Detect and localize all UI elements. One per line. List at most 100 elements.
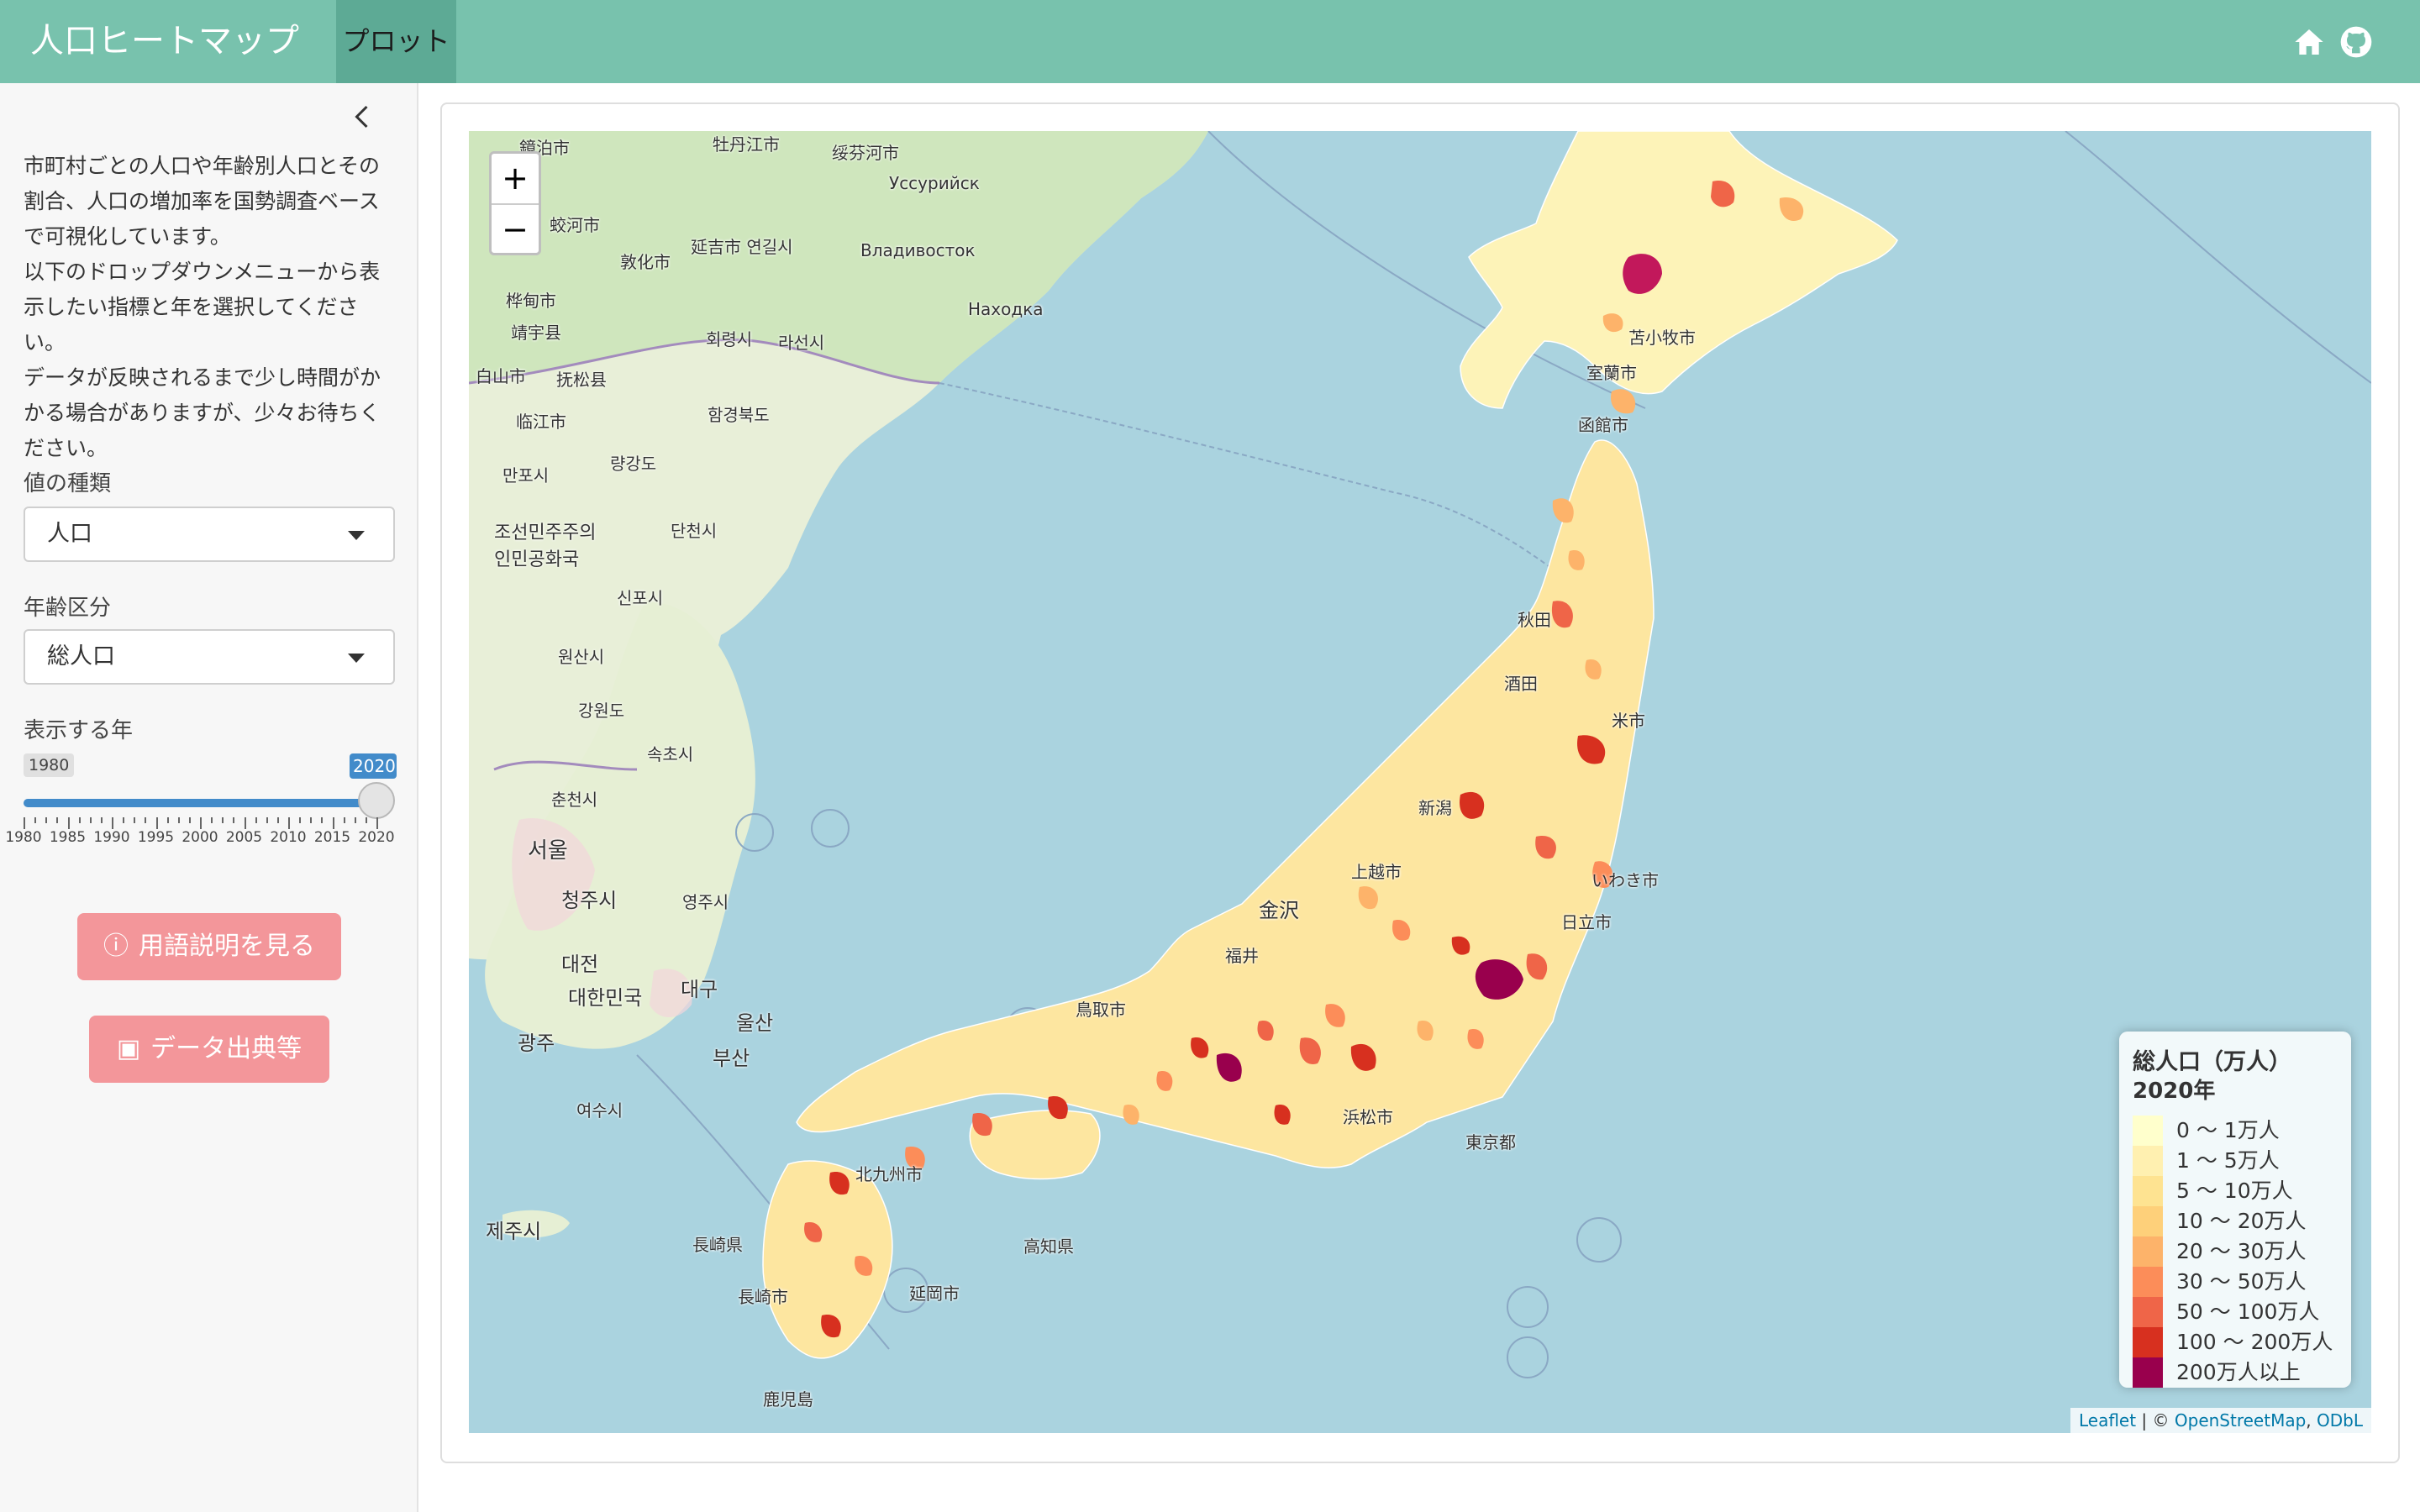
zoom-out-button[interactable]: − [492,205,539,255]
year-label: 表示する年 [24,718,134,743]
map-label: 福井 [1225,946,1259,966]
legend-swatch [2133,1176,2163,1206]
slider-tick [100,817,103,823]
map-label: 牡丹江市 [713,134,780,155]
maritime-boundary [939,382,1629,636]
map-label: 서울 [528,838,568,864]
map-label: 北九州市 [855,1164,923,1184]
github-icon[interactable] [2339,25,2373,59]
map-attribution: Leaflet | © OpenStreetMap, ODbL [2070,1408,2371,1433]
map-label: 秋田 [1518,610,1551,630]
zoom-in-button[interactable]: + [492,154,539,205]
description-line: 市町村ごとの人口や年齢別人口とその割合、人口の増加率を国勢調査ベースで可視化して… [24,154,381,249]
legend-label: 30 〜 50万人 [2176,1269,2307,1294]
attribution-comma: , [2306,1410,2317,1431]
slider-tick-label: 1985 [49,829,87,846]
legend-swatch [2133,1297,2163,1327]
map-label: 東京都 [1465,1132,1516,1152]
legend-year: 2020年 [2133,1079,2216,1104]
slider-tick-label: 2005 [225,829,263,846]
leaflet-map[interactable]: 鏡泊市 牡丹江市 绥芬河市 Уссурийск 蛟河市 敦化市 延吉市 연길시 … [469,131,2371,1433]
slider-tick [112,817,113,829]
value-type-select[interactable]: 人口 [24,507,395,562]
map-label: 新潟 [1418,798,1452,818]
map-label: 제주시 [486,1220,542,1243]
slider-tick [310,817,313,823]
legend-swatch [2133,1146,2163,1176]
map-label: 대한민국 [568,986,643,1010]
legend-swatch [2133,1267,2163,1297]
sidebar: 市町村ごとの人口や年齢別人口とその割合、人口の増加率を国勢調査ベースで可視化して… [0,83,418,1512]
age-group-label: 年齢区分 [24,596,112,621]
year-slider-handle[interactable] [358,782,395,819]
tab-plot[interactable]: プロット [336,0,456,83]
slider-tick-label: 2015 [313,829,351,846]
map-label: 高知県 [1023,1236,1074,1257]
island-ring [1507,1336,1549,1378]
slider-tick [166,817,169,823]
slider-tick [299,817,302,823]
slider-tick [123,817,125,823]
legend-label: 20 〜 30万人 [2176,1239,2307,1263]
map-label: 함경북도 [708,405,770,425]
map-label: 金沢 [1259,899,1299,922]
map-label: 蛟河市 [550,215,600,235]
value-type-label: 値の種類 [24,471,112,496]
map-label: 광주 [518,1032,555,1055]
sources-button[interactable]: ▣ データ出典等 [89,1016,329,1083]
age-group-select[interactable]: 総人口 [24,629,395,685]
island-ring [1507,1286,1549,1328]
map-label: 上越市 [1351,862,1402,882]
slider-value-badge: 2020 [350,753,397,779]
slider-tick [211,817,213,823]
box-icon: ▣ [116,1034,141,1063]
slider-tick-label: 2010 [270,829,307,846]
osm-link[interactable]: OpenStreetMap [2175,1410,2306,1431]
map-label: 延岡市 [909,1284,960,1304]
slider-tick [233,817,235,823]
app-brand[interactable]: 人口ヒートマップ [30,0,299,83]
map-label: 청주시 [561,889,618,912]
slider-tick [266,817,268,823]
navbar: 人口ヒートマップ プロット [0,0,2420,83]
map-label: 단천시 [671,521,718,541]
chevron-left-icon[interactable] [348,102,378,132]
year-slider-track[interactable] [24,799,376,807]
slider-tick [155,817,158,829]
legend-label: 10 〜 20万人 [2176,1209,2307,1233]
glossary-button[interactable]: ⓘ 用語説明を見る [77,913,341,980]
map-label: 米市 [1612,711,1645,731]
slider-tick [188,817,191,823]
slider-tick [255,817,257,823]
slider-tick [354,817,356,823]
attribution-separator: | © [2136,1410,2175,1431]
map-label: 長崎県 [692,1235,743,1255]
map-label: 室蘭市 [1586,363,1637,383]
leaflet-link[interactable]: Leaflet [2079,1410,2136,1431]
slider-tick [177,817,180,823]
slider-tick [244,817,246,829]
legend-label: 100 〜 200万人 [2176,1330,2333,1354]
slider-tick [56,817,59,823]
slider-tick-label: 2000 [182,829,218,846]
zoom-control: + − [489,151,541,255]
slider-tick [45,817,48,823]
map-label: 부산 [713,1047,750,1070]
map-label: 日立市 [1561,912,1612,932]
slider-min-badge: 1980 [24,753,75,777]
odbl-link[interactable]: ODbL [2317,1410,2363,1431]
map-label: 여수시 [576,1100,623,1121]
slider-tick-label: 1990 [93,829,130,846]
legend-swatch [2133,1236,2163,1267]
map-label: 대구 [681,978,718,1001]
legend-swatch [2133,1116,2163,1146]
map-label: 抚松县 [556,370,607,390]
home-icon[interactable] [2292,25,2326,59]
map-label: 속초시 [647,744,694,764]
description-line: データが反映されるまで少し時間がかかる場合がありますが、少々お待ちください。 [24,365,381,460]
map-label: 浜松市 [1343,1107,1393,1127]
slider-tick [222,817,224,823]
island-ring [811,809,850,848]
map-label: 绥芬河市 [832,143,899,163]
map-label: 鹿児島 [763,1389,813,1410]
